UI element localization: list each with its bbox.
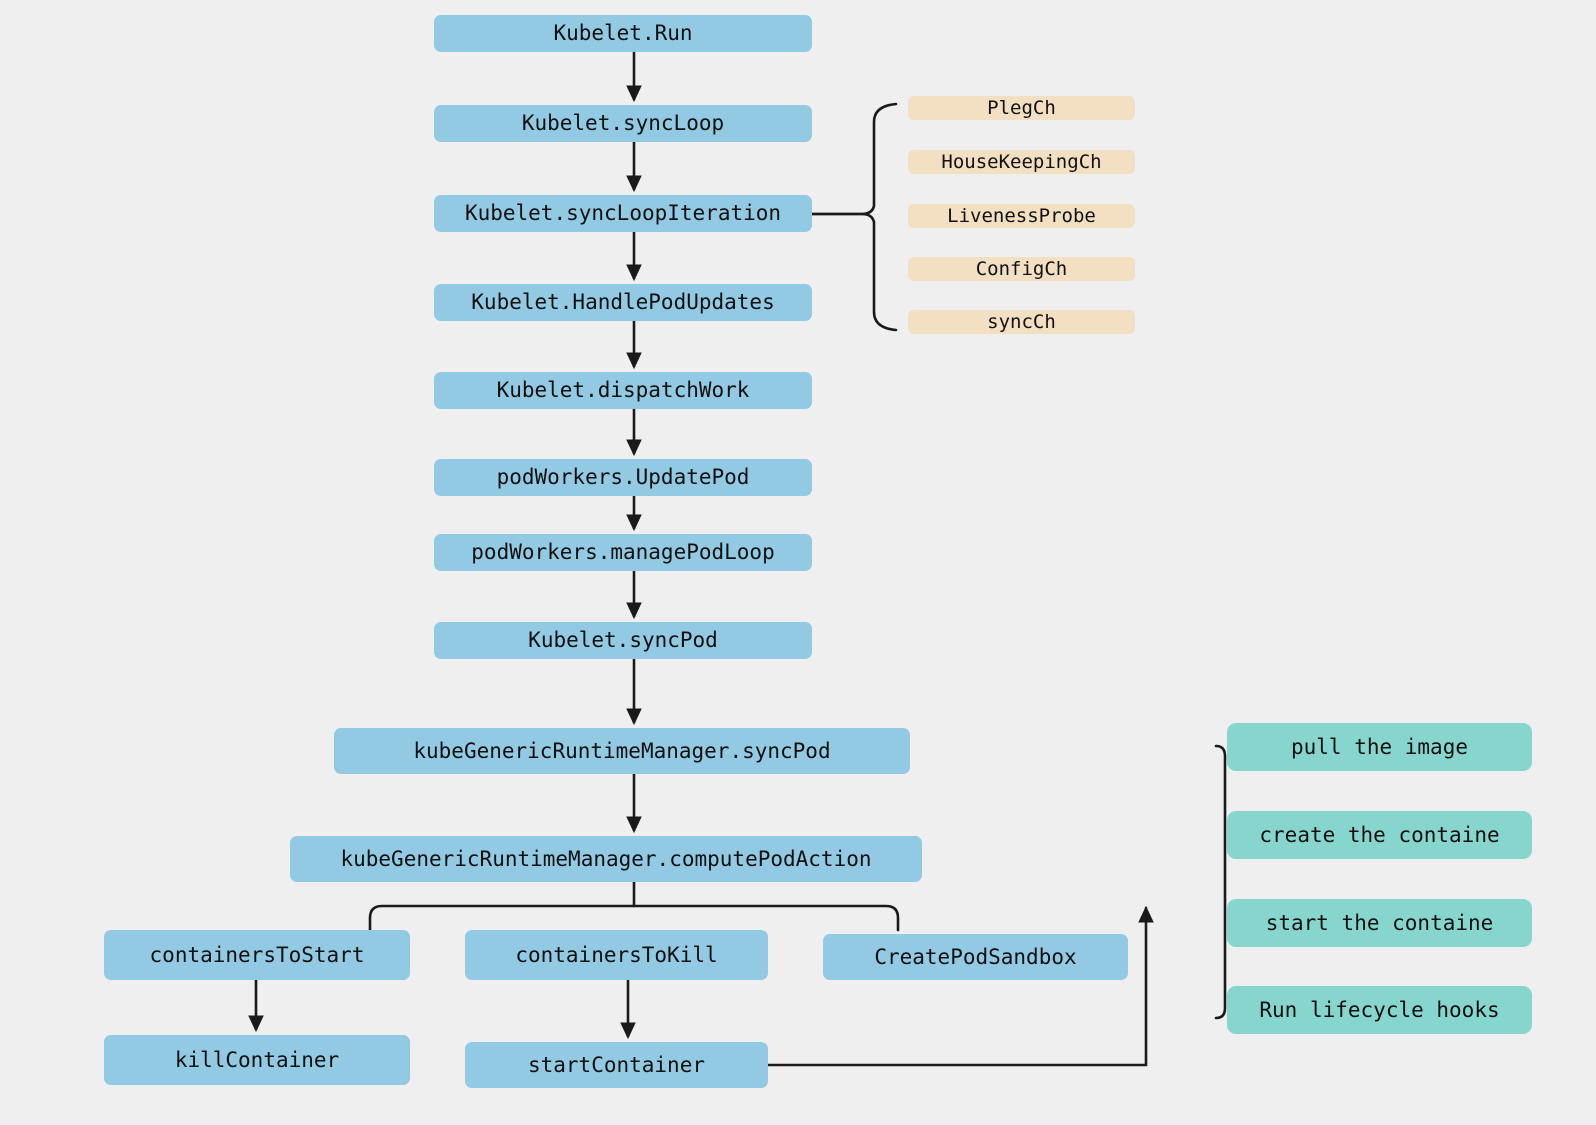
node-podworkers-updatepod[interactable]: podWorkers.UpdatePod — [434, 459, 812, 496]
node-startcontainer[interactable]: startContainer — [465, 1042, 768, 1088]
startcontainer-to-steps-connector — [766, 744, 1227, 1067]
node-kgrm-computepodaction[interactable]: kubeGenericRuntimeManager.computePodActi… — [290, 836, 922, 882]
node-channel-syncch[interactable]: syncCh — [908, 310, 1135, 334]
node-kubelet-syncloopiteration[interactable]: Kubelet.syncLoopIteration — [434, 195, 812, 232]
node-step-pull-the-image[interactable]: pull the image — [1227, 723, 1532, 771]
brace-lower — [810, 212, 898, 332]
flowchart-canvas: Kubelet.Run Kubelet.syncLoop Kubelet.syn… — [0, 0, 1596, 1125]
brace-upper — [810, 102, 898, 216]
node-kubelet-syncpod[interactable]: Kubelet.syncPod — [434, 622, 812, 659]
node-kubelet-run[interactable]: Kubelet.Run — [434, 15, 812, 52]
steps-bracket — [1214, 744, 1227, 1020]
node-kubelet-handlepodupdates[interactable]: Kubelet.HandlePodUpdates — [434, 284, 812, 321]
elbow-path — [766, 905, 1154, 1067]
node-channel-livenessprobe[interactable]: LivenessProbe — [908, 204, 1135, 228]
node-kgrm-syncpod[interactable]: kubeGenericRuntimeManager.syncPod — [334, 728, 910, 774]
node-step-create-the-containe[interactable]: create the containe — [1227, 811, 1532, 859]
node-step-start-the-containe[interactable]: start the containe — [1227, 899, 1532, 947]
node-channel-housekeepingch[interactable]: HouseKeepingCh — [908, 150, 1135, 174]
node-channel-plegch[interactable]: PlegCh — [908, 96, 1135, 120]
node-containerstokill[interactable]: containersToKill — [465, 930, 768, 980]
node-channel-configch[interactable]: ConfigCh — [908, 257, 1135, 281]
node-killcontainer[interactable]: killContainer — [104, 1035, 410, 1085]
channel-brace — [810, 102, 898, 332]
node-createpodsandbox[interactable]: CreatePodSandbox — [823, 934, 1128, 980]
fork-rail — [368, 904, 900, 932]
node-step-run-lifecycle-hooks[interactable]: Run lifecycle hooks — [1227, 986, 1532, 1034]
node-containerstostart[interactable]: containersToStart — [104, 930, 410, 980]
fork-connector — [368, 880, 900, 932]
node-kubelet-dispatchwork[interactable]: Kubelet.dispatchWork — [434, 372, 812, 409]
node-podworkers-managepodloop[interactable]: podWorkers.managePodLoop — [434, 534, 812, 571]
node-kubelet-syncloop[interactable]: Kubelet.syncLoop — [434, 105, 812, 142]
